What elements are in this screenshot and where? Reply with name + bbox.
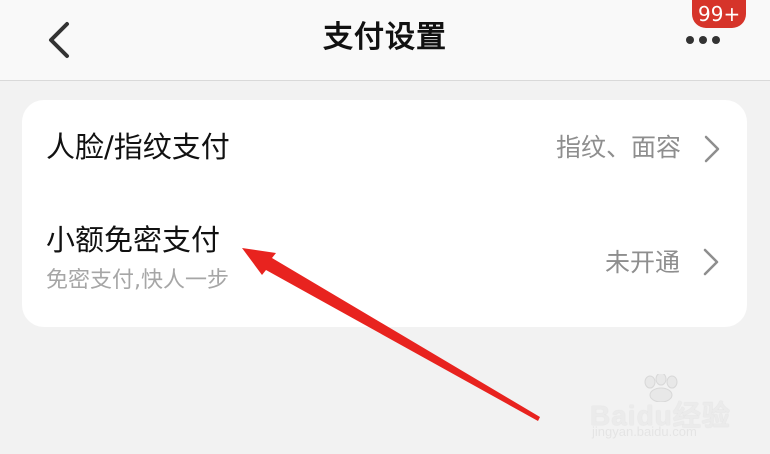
chevron-right-icon (704, 135, 720, 163)
watermark-url: jingyan.baidu.com (592, 424, 697, 439)
row-value-status: 未开通 (604, 248, 680, 277)
list-item-face-fingerprint-pay[interactable]: 人脸/指纹支付 指纹、面容 (22, 100, 747, 198)
row-subtitle: 免密支付,快人一步 (46, 268, 229, 293)
watermark: Baidu经验 jingyan.baidu.com (590, 372, 750, 442)
row-value: 指纹、面容 (555, 133, 681, 162)
settings-card: 人脸/指纹支付 指纹、面容 小额免密支付 免密支付,快人一步 (22, 100, 747, 327)
chevron-right-icon (703, 248, 719, 276)
notification-badge: 99+ (692, 0, 747, 28)
row-title: 小额免密支付 (46, 223, 221, 257)
more-dots-icon (686, 36, 720, 44)
nav-bar: 支付设置 (0, 0, 770, 81)
page-title: 支付设置 (323, 20, 447, 55)
row-title: 人脸/指纹支付 (46, 130, 230, 164)
